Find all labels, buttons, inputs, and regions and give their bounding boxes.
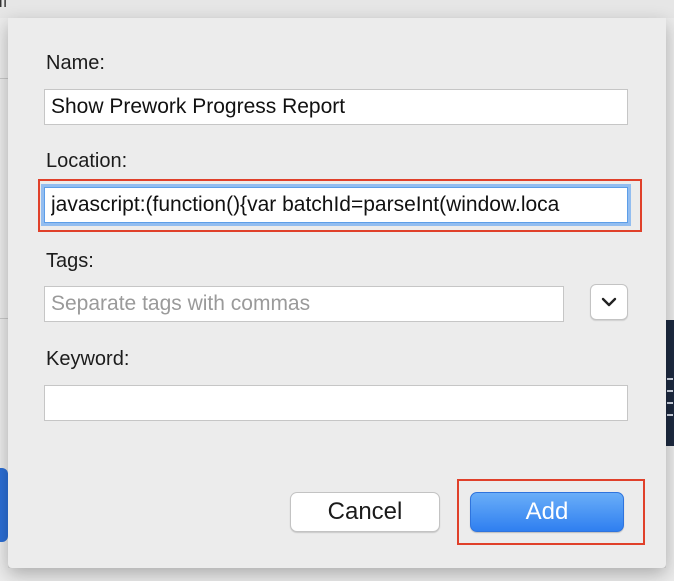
background-thumbnail (666, 320, 674, 446)
chevron-down-icon (601, 297, 617, 307)
location-field[interactable] (44, 187, 628, 223)
keyword-label: Keyword: (46, 348, 130, 370)
background-toolbar: ıll (0, 0, 674, 19)
tags-label: Tags: (46, 250, 94, 272)
name-field[interactable] (44, 89, 628, 125)
background-right-strip (666, 18, 674, 581)
tags-field[interactable] (44, 286, 564, 322)
background-bottom-strip (0, 568, 674, 581)
background-glyph: ıll (0, 0, 8, 11)
add-bookmark-sheet: Name: Location: Tags: Keyword: Cancel Ad… (8, 18, 666, 568)
background-left-strip (0, 18, 8, 581)
name-label: Name: (46, 52, 105, 74)
add-button[interactable]: Add (470, 492, 624, 532)
keyword-field[interactable] (44, 385, 628, 421)
cancel-button[interactable]: Cancel (290, 492, 440, 532)
background-blue-tile (0, 468, 8, 542)
location-label: Location: (46, 150, 128, 172)
tags-dropdown-button[interactable] (590, 284, 628, 320)
